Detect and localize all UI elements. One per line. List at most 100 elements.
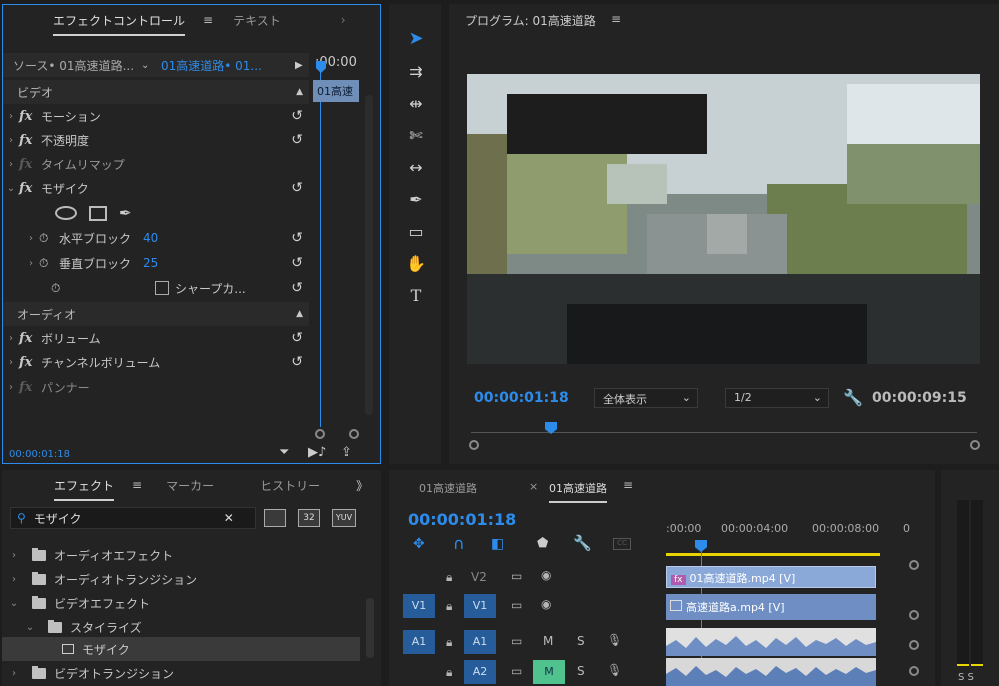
ec-playhead[interactable]: [316, 61, 326, 73]
track-scroll-handle[interactable]: [909, 666, 919, 676]
scrub-handle-left[interactable]: [469, 440, 479, 450]
effects-scrollbar[interactable]: [366, 598, 374, 658]
zoom-handle-left[interactable]: [315, 429, 325, 439]
clip-label[interactable]: 01高速道路• 01...: [161, 57, 281, 74]
clip-a2-waveform[interactable]: [666, 658, 876, 686]
source-patch-a1[interactable]: A1: [403, 630, 435, 654]
accelerated-filter-icon[interactable]: [264, 509, 286, 527]
tab-history[interactable]: ヒストリー: [250, 477, 330, 494]
effects-search-input[interactable]: [33, 511, 224, 525]
collapse-up-icon[interactable]: ▲: [296, 309, 303, 319]
tree-stylize[interactable]: ⌄ スタイライズ: [2, 615, 362, 639]
clear-search-icon[interactable]: ✕: [224, 511, 234, 525]
lock-icon[interactable]: 🔒︎: [446, 570, 452, 585]
source-label[interactable]: ソース• 01高速道路...: [3, 57, 141, 74]
pen-tool-icon[interactable]: ✒: [401, 190, 431, 209]
sharp-checkbox[interactable]: [155, 281, 169, 295]
voice-over-icon[interactable]: ▭: [511, 634, 522, 648]
clip-a1-waveform[interactable]: [666, 628, 876, 656]
zoom-handle-right[interactable]: [349, 429, 359, 439]
track-v1-label[interactable]: V1: [464, 594, 496, 618]
track-v2-label[interactable]: V2: [471, 570, 487, 584]
microphone-icon[interactable]: 🎙︎: [607, 663, 622, 677]
tab-effect-controls[interactable]: エフェクトコントロール: [43, 12, 195, 36]
stopwatch-icon[interactable]: ⏱: [39, 256, 59, 271]
eye-icon[interactable]: ◉: [541, 568, 551, 582]
rectangle-mask-icon[interactable]: [89, 205, 107, 221]
hand-tool-icon[interactable]: ✋: [401, 254, 431, 273]
effect-row-motion[interactable]: › fx モーション ↺: [3, 104, 309, 128]
track-a2-label[interactable]: A2: [464, 660, 496, 684]
selection-tool-icon[interactable]: ➤: [401, 28, 431, 49]
captions-icon[interactable]: CC: [613, 538, 631, 550]
play-only-icon[interactable]: ▶: [295, 60, 303, 71]
chevron-down-icon[interactable]: ⌄: [141, 60, 161, 71]
tab-markers[interactable]: マーカー: [156, 477, 224, 494]
more-tabs-icon[interactable]: 》: [346, 477, 378, 494]
razor-icon[interactable]: ✄: [401, 126, 431, 145]
solo-button[interactable]: S: [577, 664, 585, 678]
video-frame[interactable]: [467, 74, 980, 364]
tree-video-transitions[interactable]: › ビデオトランジション: [2, 661, 362, 685]
effect-row-time-remap[interactable]: › fx タイムリマップ: [3, 152, 309, 176]
track-scroll-handle[interactable]: [909, 640, 919, 650]
program-scrub-bar[interactable]: [471, 432, 977, 442]
collapse-up-icon[interactable]: ▲: [296, 87, 303, 97]
program-title[interactable]: プログラム: 01高速道路: [465, 12, 596, 29]
track-scroll-handle[interactable]: [909, 610, 919, 620]
microphone-icon[interactable]: 🎙︎: [607, 633, 622, 647]
timeline-tab-1[interactable]: 01高速道路: [419, 480, 477, 496]
linked-selection-icon[interactable]: ◧: [491, 536, 504, 552]
scrub-handle-right[interactable]: [970, 440, 980, 450]
export-icon[interactable]: ⇪: [341, 445, 352, 460]
panel-menu-icon[interactable]: ≡: [623, 478, 633, 492]
stopwatch-icon[interactable]: ⏱: [39, 231, 59, 246]
filter-icon[interactable]: ⏷: [279, 445, 289, 460]
effect-row-volume[interactable]: › fx ボリューム ↺: [3, 326, 309, 350]
panel-menu-icon[interactable]: ≡: [203, 13, 213, 27]
film-icon[interactable]: ▭: [511, 569, 522, 583]
film-icon[interactable]: ▭: [511, 598, 522, 612]
track-scroll-handle[interactable]: [909, 560, 919, 570]
tree-audio-transitions[interactable]: › オーディオトランジション: [2, 567, 362, 591]
tab-effects[interactable]: エフェクト: [44, 477, 124, 501]
wrench-icon[interactable]: 🔧: [573, 534, 592, 552]
lock-icon[interactable]: 🔒︎: [446, 599, 452, 614]
wrench-icon[interactable]: 🔧: [843, 388, 863, 407]
clip-v2[interactable]: fx 01高速道路.mp4 [V]: [666, 566, 876, 588]
ec-clip-block[interactable]: 01高速: [313, 80, 359, 102]
effects-search-box[interactable]: ⚲ ✕: [10, 507, 256, 529]
tab-text[interactable]: テキスト: [223, 12, 291, 29]
eye-icon[interactable]: ◉: [541, 597, 551, 611]
stopwatch-icon[interactable]: ⏱: [51, 281, 71, 296]
timeline-tab-2[interactable]: 01高速道路: [549, 480, 607, 503]
v-blocks-value[interactable]: 25: [143, 256, 158, 270]
close-tab-icon[interactable]: ×: [529, 480, 538, 493]
rectangle-tool-icon[interactable]: ▭: [401, 222, 431, 241]
tree-audio-effects[interactable]: › オーディオエフェクト: [2, 543, 362, 567]
effect-row-opacity[interactable]: › fx 不透明度 ↺: [3, 128, 309, 152]
32bit-filter-icon[interactable]: 32: [298, 509, 320, 527]
ec-scrollbar[interactable]: [365, 95, 373, 415]
effect-row-mosaic[interactable]: ⌄ fx モザイク ↺: [3, 176, 309, 200]
pen-mask-icon[interactable]: ✒: [119, 204, 132, 222]
timeline-timecode[interactable]: 00:00:01:18: [408, 510, 516, 529]
add-marker-icon[interactable]: ⬟: [537, 536, 548, 551]
clip-v1[interactable]: 高速道路a.mp4 [V]: [666, 594, 876, 620]
solo-button[interactable]: S: [577, 634, 585, 648]
program-timecode[interactable]: 00:00:01:18: [474, 390, 569, 406]
nest-icon[interactable]: ✥: [413, 536, 425, 552]
ec-timecode[interactable]: 00:00:01:18: [9, 449, 70, 460]
more-tabs-icon[interactable]: ›: [331, 13, 356, 27]
yuv-filter-icon[interactable]: YUV: [332, 509, 356, 527]
work-area-bar[interactable]: [666, 553, 880, 556]
h-blocks-value[interactable]: 40: [143, 231, 158, 245]
ellipse-mask-icon[interactable]: [55, 206, 77, 220]
ripple-edit-icon[interactable]: ⇹: [401, 94, 431, 113]
source-patch-v1[interactable]: V1: [403, 594, 435, 618]
panel-menu-icon[interactable]: ≡: [132, 478, 142, 492]
lock-icon[interactable]: 🔒︎: [446, 665, 452, 680]
panel-menu-icon[interactable]: ≡: [611, 12, 621, 26]
mute-button[interactable]: M: [543, 634, 553, 648]
lock-icon[interactable]: 🔒︎: [446, 635, 452, 650]
